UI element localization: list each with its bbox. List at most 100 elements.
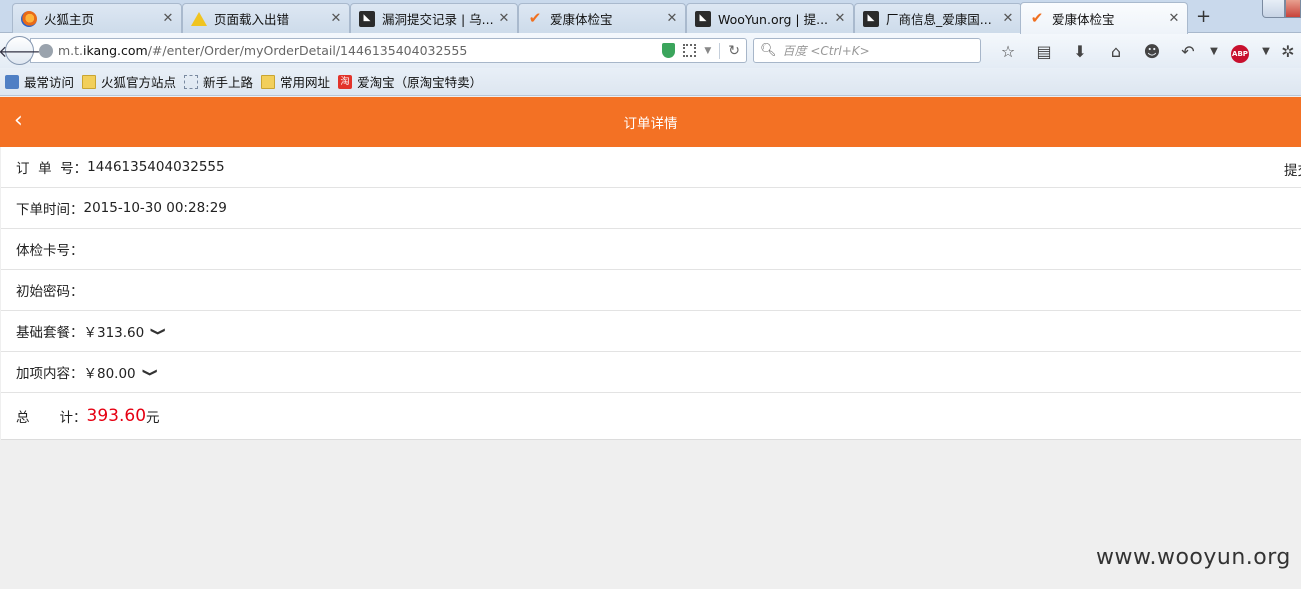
dropdown-arrow-icon[interactable]: ▼ <box>704 46 711 56</box>
bookmark-taobao[interactable]: 淘爱淘宝（原淘宝特卖） <box>338 72 482 91</box>
folder-icon <box>261 74 276 89</box>
adblock-plus-icon[interactable]: ABP <box>1222 41 1258 63</box>
close-icon[interactable]: ✕ <box>833 11 847 26</box>
tab-strip: 火狐主页 ✕ 页面载入出错 ✕ ◣ 漏洞提交记录 | 乌... ✕ ✔ 爱康体检… <box>0 0 1301 34</box>
back-button[interactable]: 🡐 <box>0 36 41 65</box>
addon-items-row[interactable]: 加项内容： ￥80.00 ❯ <box>1 352 1301 393</box>
firefox-icon <box>21 10 37 27</box>
order-time-value: 2015-10-30 00:28:29 <box>83 200 227 216</box>
folder-icon <box>82 74 97 89</box>
close-icon[interactable]: ✕ <box>665 11 679 26</box>
tab-ikang-active[interactable]: ✔ 爱康体检宝 ✕ <box>1020 2 1188 34</box>
bookmark-label: 新手上路 <box>203 75 254 90</box>
reading-list-icon[interactable]: ▤ <box>1026 42 1062 62</box>
ikang-check-icon: ✔ <box>528 9 542 27</box>
row-label: 总 计： <box>16 410 87 426</box>
total-unit: 元 <box>146 410 160 426</box>
search-icon: 🔍︎ <box>760 43 777 58</box>
total-amount: 393.60 <box>86 406 147 426</box>
wooyun-icon: ◣ <box>863 10 879 27</box>
tab-ikang-1[interactable]: ✔ 爱康体检宝 ✕ <box>518 3 686 33</box>
ikang-check-icon: ✔ <box>1030 9 1044 27</box>
order-number-row: 订 单 号： 1446135404032555 提交 <box>1 147 1301 188</box>
close-icon[interactable]: ✕ <box>1167 11 1181 26</box>
tab-label: 爱康体检宝 <box>550 12 613 27</box>
total-row: 总 计： 393.60 元 <box>1 393 1301 439</box>
new-tab-button[interactable]: + <box>1196 6 1211 27</box>
bookmark-getting-started[interactable]: 新手上路 <box>184 72 253 91</box>
row-label: 下单时间： <box>16 202 84 218</box>
tab-label: 页面载入出错 <box>214 12 290 27</box>
tab-firefox-home[interactable]: 火狐主页 ✕ <box>12 3 182 33</box>
row-label: 订 单 号： <box>16 161 88 177</box>
close-icon[interactable]: ✕ <box>1001 11 1015 26</box>
qr-code-icon[interactable] <box>683 44 697 57</box>
chat-icon[interactable]: ☻ <box>1134 42 1170 62</box>
bookmark-firefox-site[interactable]: 火狐官方站点 <box>82 72 176 91</box>
search-bar[interactable]: 🔍︎ 百度 <Ctrl+K> <box>753 38 981 63</box>
toolbar-icons: ☆ ▤ ⬇ ⌂ ☻ ↶ ▼ ABP ▼ ✲ <box>990 41 1301 63</box>
adblock-dropdown-icon[interactable]: ▼ <box>1258 42 1274 62</box>
dashed-box-icon <box>184 74 199 89</box>
tab-label: 爱康体检宝 <box>1052 12 1115 27</box>
page-content: ‹ 订单详情 订 单 号： 1446135404032555 提交 下单时间： … <box>0 97 1301 589</box>
undo-icon[interactable]: ↶ <box>1170 42 1206 62</box>
base-package-row[interactable]: 基础套餐： ￥313.60 ❯ <box>1 311 1301 352</box>
bookmark-label: 常用网址 <box>280 75 331 90</box>
tab-page-load-error[interactable]: 页面载入出错 ✕ <box>182 3 350 33</box>
reload-icon[interactable]: ↻ <box>719 42 740 59</box>
url-text[interactable]: m.t.ikang.com/#/enter/Order/myOrderDetai… <box>58 43 662 58</box>
tab-label: 漏洞提交记录 | 乌... <box>382 12 494 27</box>
page-title: 订单详情 <box>623 116 678 132</box>
search-placeholder: 百度 <Ctrl+K> <box>782 44 870 58</box>
bookmark-most-visited[interactable]: 最常访问 <box>5 72 74 91</box>
tab-wooyun-submit[interactable]: ◣ WooYun.org | 提... ✕ <box>686 3 854 33</box>
bookmarks-toolbar: 最常访问 火狐官方站点 新手上路 常用网址 淘爱淘宝（原淘宝特卖） <box>0 68 1301 96</box>
bookmark-label: 爱淘宝（原淘宝特卖） <box>357 75 483 90</box>
order-number-value: 1446135404032555 <box>87 159 225 175</box>
base-package-value: ￥313.60 <box>83 325 145 341</box>
url-bar[interactable]: m.t.ikang.com/#/enter/Order/myOrderDetai… <box>30 38 747 63</box>
star-icon <box>5 74 19 89</box>
home-icon[interactable]: ⌂ <box>1098 42 1134 62</box>
window-minimize-button[interactable] <box>1262 0 1285 18</box>
shield-icon[interactable] <box>662 43 676 58</box>
abp-glyph: ABP <box>1231 45 1249 63</box>
row-label: 加项内容： <box>16 366 84 382</box>
bookmark-star-icon[interactable]: ☆ <box>990 42 1026 62</box>
watermark: www.wooyun.org <box>1096 545 1291 570</box>
navigation-bar: m.t.ikang.com/#/enter/Order/myOrderDetai… <box>0 33 1301 68</box>
row-label: 初始密码： <box>16 284 84 300</box>
addon-items-value: ￥80.00 <box>83 366 136 382</box>
row-label: 基础套餐： <box>16 325 84 341</box>
order-time-row: 下单时间： 2015-10-30 00:28:29 <box>1 188 1301 229</box>
close-icon[interactable]: ✕ <box>161 11 175 26</box>
warning-icon <box>191 11 207 27</box>
close-icon[interactable]: ✕ <box>329 11 343 26</box>
bookmark-label: 火狐官方站点 <box>101 75 177 90</box>
wooyun-icon: ◣ <box>359 10 375 27</box>
close-icon[interactable]: ✕ <box>497 11 511 26</box>
chevron-left-icon[interactable]: ‹ <box>14 109 23 133</box>
card-number-row: 体检卡号： <box>1 229 1301 270</box>
app-header: ‹ 订单详情 <box>0 97 1301 147</box>
download-icon[interactable]: ⬇ <box>1062 42 1098 62</box>
taobao-icon: 淘 <box>338 74 353 89</box>
row-label: 体检卡号： <box>16 243 84 259</box>
undo-dropdown-icon[interactable]: ▼ <box>1206 42 1222 62</box>
chevron-down-icon[interactable]: ❯ <box>142 367 159 376</box>
order-detail-card: 订 单 号： 1446135404032555 提交 下单时间： 2015-10… <box>1 147 1301 440</box>
tab-wooyun-records[interactable]: ◣ 漏洞提交记录 | 乌... ✕ <box>350 3 518 33</box>
arrow-left-icon: 🡐 <box>0 41 41 61</box>
tab-vendor-info[interactable]: ◣ 厂商信息_爱康国... ✕ <box>854 3 1022 33</box>
bookmark-common-sites[interactable]: 常用网址 <box>261 72 330 91</box>
bookmark-label: 最常访问 <box>24 75 75 90</box>
initial-password-row: 初始密码： <box>1 270 1301 311</box>
tab-label: 厂商信息_爱康国... <box>886 12 992 27</box>
tab-label: WooYun.org | 提... <box>718 12 829 27</box>
url-domain: ikang.com <box>83 43 148 58</box>
bug-icon[interactable]: ✲ <box>1274 42 1301 62</box>
wooyun-icon: ◣ <box>695 10 711 27</box>
window-close-button[interactable] <box>1285 0 1301 18</box>
chevron-down-icon[interactable]: ❯ <box>150 326 167 335</box>
